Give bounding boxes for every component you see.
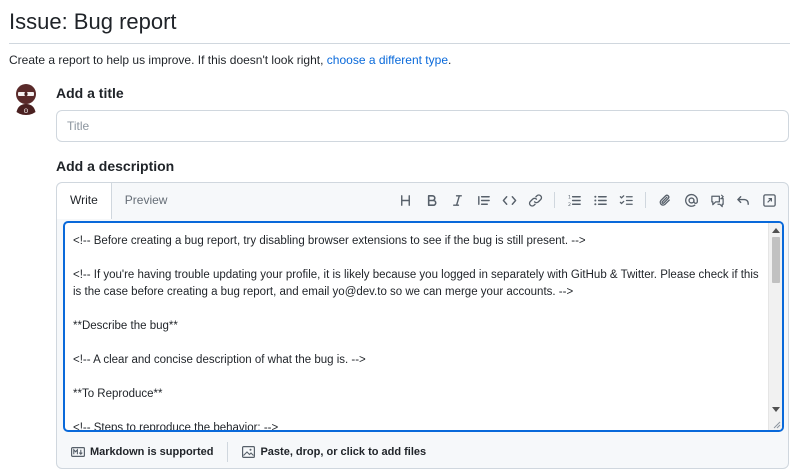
textarea-scrollbar[interactable]	[768, 223, 782, 430]
svg-text:ʘ: ʘ	[24, 108, 29, 115]
task-list-icon[interactable]	[613, 188, 639, 212]
attach-icon[interactable]	[652, 188, 678, 212]
toolbar-divider	[554, 192, 555, 208]
avatar: ʘ	[9, 81, 43, 115]
italic-icon[interactable]	[444, 188, 470, 212]
markdown-supported-label: Markdown is supported	[90, 446, 214, 458]
description-editor: Write Preview 12 <!-- Before creating a …	[56, 182, 789, 469]
add-files-button[interactable]: Paste, drop, or click to add files	[228, 441, 440, 463]
image-icon	[242, 446, 256, 458]
add-files-label: Paste, drop, or click to add files	[260, 446, 427, 458]
page-title: Issue: Bug report	[9, 9, 177, 34]
tab-preview[interactable]: Preview	[112, 183, 181, 217]
bold-icon[interactable]	[418, 188, 444, 212]
description-text[interactable]: <!-- Before creating a bug report, try d…	[65, 223, 768, 430]
title-input[interactable]	[56, 110, 789, 142]
subtitle-text: Create a report to help us improve. If t…	[9, 53, 327, 67]
fullscreen-icon[interactable]	[756, 188, 782, 212]
title-label: Add a title	[56, 85, 124, 101]
markdown-supported-link[interactable]: Markdown is supported	[57, 441, 227, 463]
choose-different-type-link[interactable]: choose a different type	[327, 53, 448, 67]
scrollbar-thumb[interactable]	[772, 237, 780, 283]
link-icon[interactable]	[522, 188, 548, 212]
scroll-up-arrow-icon[interactable]	[772, 228, 780, 233]
heading-icon[interactable]	[392, 188, 418, 212]
bullet-list-icon[interactable]	[587, 188, 613, 212]
code-icon[interactable]	[496, 188, 522, 212]
subtitle-end: .	[448, 53, 452, 67]
undo-icon[interactable]	[730, 188, 756, 212]
resize-handle-icon[interactable]	[771, 419, 781, 429]
description-label: Add a description	[56, 158, 175, 174]
page-subtitle: Create a report to help us improve. If t…	[9, 53, 451, 67]
title-divider	[9, 43, 790, 44]
description-textarea[interactable]: <!-- Before creating a bug report, try d…	[63, 221, 784, 432]
editor-footer: Markdown is supported Paste, drop, or cl…	[57, 437, 788, 467]
tab-write[interactable]: Write	[57, 183, 112, 219]
quote-icon[interactable]	[470, 188, 496, 212]
mention-icon[interactable]	[678, 188, 704, 212]
markdown-icon	[71, 447, 85, 457]
svg-text:2: 2	[567, 202, 570, 208]
markdown-toolbar: 12	[392, 188, 782, 212]
numbered-list-icon[interactable]: 12	[561, 188, 587, 212]
toolbar-divider	[645, 192, 646, 208]
reference-icon[interactable]	[704, 188, 730, 212]
scroll-down-arrow-icon[interactable]	[772, 407, 780, 412]
editor-tabs: Write Preview	[57, 183, 181, 219]
svg-text:1: 1	[567, 194, 570, 200]
